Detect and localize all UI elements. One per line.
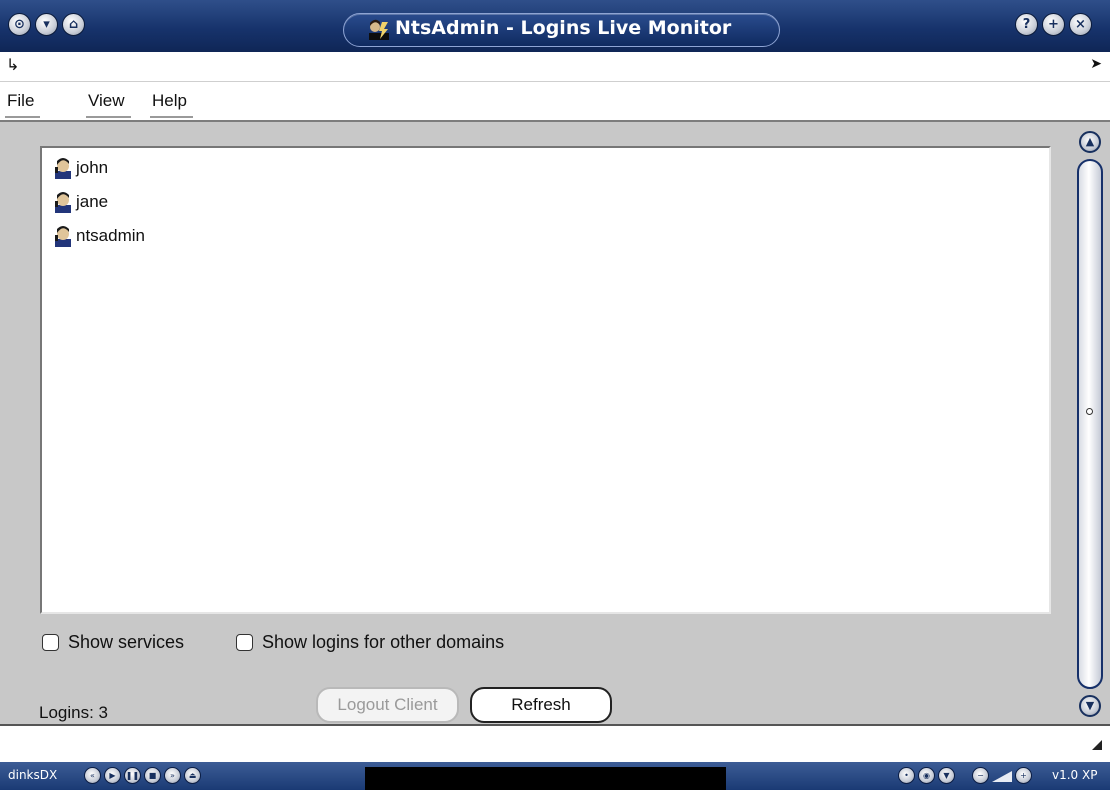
record-icon[interactable]: ◉ bbox=[918, 767, 935, 784]
eject-icon[interactable]: ⏏ bbox=[184, 767, 201, 784]
menu-help[interactable]: Help bbox=[150, 91, 193, 118]
dot-icon[interactable]: • bbox=[898, 767, 915, 784]
list-item[interactable]: ntsadmin bbox=[52, 222, 145, 250]
menu-view[interactable]: View bbox=[86, 91, 131, 118]
help-button[interactable]: ? bbox=[1015, 13, 1038, 36]
menu-file[interactable]: File bbox=[4, 91, 41, 118]
title-bar: ⊙ ▾ ⌂ NtsAdmin - Logins Live Monitor ? +… bbox=[0, 0, 1110, 52]
user-icon bbox=[55, 192, 71, 213]
window-menu-button[interactable]: ⊙ bbox=[8, 13, 31, 36]
scroll-up-button[interactable]: ▲ bbox=[1079, 131, 1101, 153]
scroll-down-button[interactable]: ▼ bbox=[1079, 695, 1101, 717]
show-other-domains-label: Show logins for other domains bbox=[262, 632, 505, 652]
show-services-option[interactable]: Show services bbox=[42, 632, 184, 653]
logout-client-button[interactable]: Logout Client bbox=[316, 687, 459, 723]
show-services-checkbox[interactable] bbox=[42, 634, 59, 651]
user-icon bbox=[55, 158, 71, 179]
show-other-domains-checkbox[interactable] bbox=[236, 634, 253, 651]
logins-count: Logins: 3 bbox=[39, 703, 108, 722]
user-icon bbox=[55, 226, 71, 247]
toolbar-strip: ↳ ➤ bbox=[0, 52, 1110, 82]
play-icon[interactable]: ▶ bbox=[104, 767, 121, 784]
close-button[interactable]: × bbox=[1069, 13, 1092, 36]
forward-icon[interactable]: » bbox=[164, 767, 181, 784]
scroll-grip[interactable] bbox=[1086, 408, 1093, 415]
menu-bar: File View Help bbox=[0, 82, 1110, 120]
list-item[interactable]: jane bbox=[52, 188, 108, 216]
taskbar: dinksDX « ▶ ❚❚ ■ » ⏏ • ◉ ▼ − + v1.0 XP bbox=[0, 762, 1110, 790]
show-other-domains-option[interactable]: Show logins for other domains bbox=[236, 632, 504, 653]
minimize-button[interactable]: ▾ bbox=[35, 13, 58, 36]
volume-down-icon[interactable]: − bbox=[972, 767, 989, 784]
logins-list[interactable]: john jane ntsadmin bbox=[40, 146, 1051, 614]
shade-button[interactable]: ⌂ bbox=[62, 13, 85, 36]
cursor-icon: ➤ bbox=[1090, 56, 1102, 72]
vertical-scrollbar[interactable]: ▲ ▼ bbox=[1072, 125, 1108, 722]
list-item-label: ntsadmin bbox=[76, 226, 145, 245]
window-title: NtsAdmin - Logins Live Monitor bbox=[395, 17, 732, 39]
volume-level-icon[interactable] bbox=[992, 771, 1012, 782]
main-panel: john jane ntsadmin Show services Show lo… bbox=[0, 120, 1110, 724]
chevron-down-icon[interactable]: ▼ bbox=[938, 767, 955, 784]
arrow-icon: ↳ bbox=[6, 55, 20, 74]
version-label: v1.0 XP bbox=[1052, 768, 1098, 782]
list-item-label: jane bbox=[76, 192, 109, 211]
taskbar-display bbox=[365, 767, 726, 790]
show-services-label: Show services bbox=[68, 632, 185, 652]
rewind-icon[interactable]: « bbox=[84, 767, 101, 784]
list-item[interactable]: john bbox=[52, 154, 108, 182]
stop-icon[interactable]: ■ bbox=[144, 767, 161, 784]
admin-user-icon bbox=[369, 19, 389, 40]
volume-up-icon[interactable]: + bbox=[1015, 767, 1032, 784]
resize-grip-icon[interactable] bbox=[1092, 740, 1102, 750]
taskbar-label: dinksDX bbox=[8, 768, 58, 782]
scroll-track[interactable] bbox=[1077, 159, 1103, 689]
list-item-label: john bbox=[76, 158, 109, 177]
status-bar bbox=[0, 724, 1110, 762]
refresh-button[interactable]: Refresh bbox=[470, 687, 612, 723]
maximize-button[interactable]: + bbox=[1042, 13, 1065, 36]
pause-icon[interactable]: ❚❚ bbox=[124, 767, 141, 784]
